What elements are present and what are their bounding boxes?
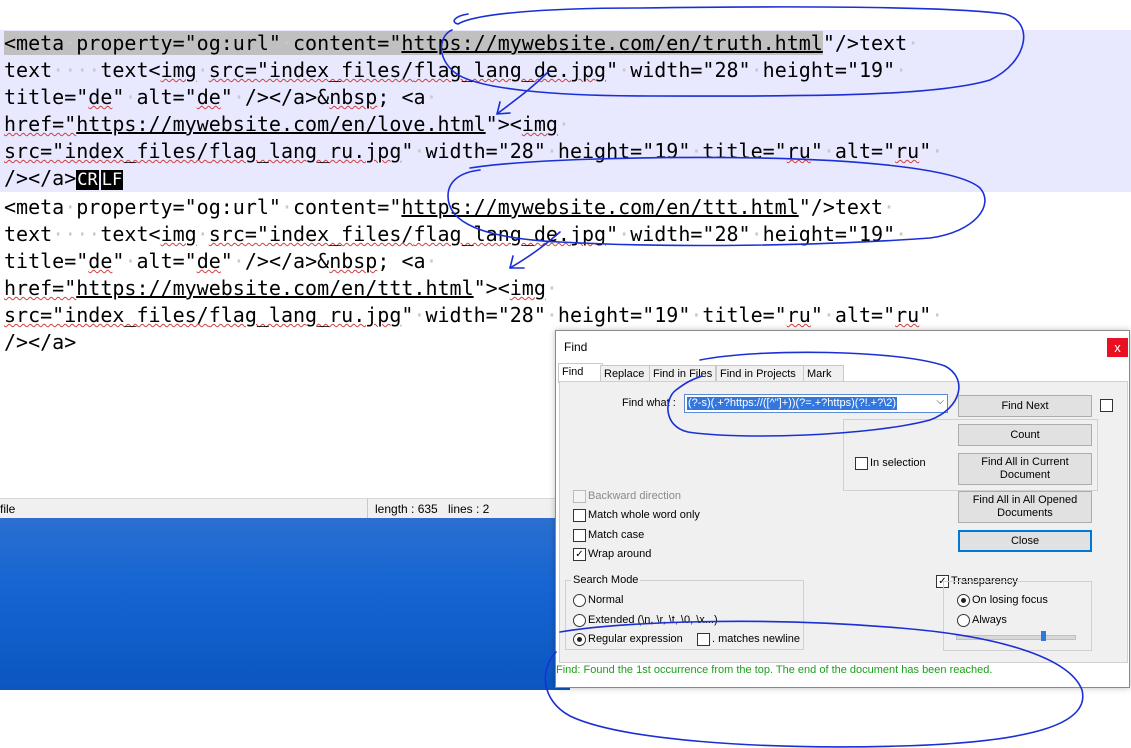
search-mode-label: Search Mode [571,574,641,586]
matches-newline-checkbox[interactable] [697,633,710,646]
find-all-current-line2: Document [999,469,1051,481]
find-all-opened-line1: Find All in All Opened [972,494,1078,506]
find-status-message: Find: Found the 1st occurrence from the … [556,664,993,676]
desktop-background [0,518,570,690]
link-love: https://mywebsite.com/en/love.html [76,112,486,136]
always-label: Always [972,614,1007,626]
normal-radio[interactable] [573,594,586,607]
link-ttt-2: https://mywebsite.com/en/ttt.html [76,276,474,300]
matches-newline-label: . matches newline [712,633,801,645]
status-separator [367,499,368,519]
doc-lines: lines : 2 [448,502,490,516]
match-case-label: Match case [588,529,645,541]
extended-radio[interactable] [573,614,586,627]
find-all-current-line1: Find All in Current [981,456,1069,468]
find-next-checkbox[interactable] [1100,399,1113,412]
wrap-around-checkbox[interactable]: ✓ [573,548,586,561]
tab-find-in-files[interactable]: Find in Files [649,365,716,382]
editor-code[interactable]: <meta·property="og:url"·content="https:/… [4,30,943,356]
find-dialog: Find x Find Replace Find in Files Find i… [555,330,1130,688]
on-losing-focus-label: On losing focus [972,594,1048,606]
extended-label: Extended (\n, \r, \t, \0, \x...) [588,614,718,626]
tab-find[interactable]: Find [558,363,603,383]
backward-checkbox[interactable] [573,490,586,503]
on-losing-focus-radio[interactable] [957,594,970,607]
regex-radio[interactable] [573,633,586,646]
close-icon[interactable]: x [1107,338,1128,357]
dialog-title: Find [564,340,588,354]
in-selection-checkbox[interactable] [855,457,868,470]
find-what-label: Find what : [622,397,676,409]
transparency-slider-track[interactable] [956,635,1076,640]
find-all-current-button[interactable]: Find All in Current Document [958,453,1092,485]
doc-length: length : 635 [375,502,438,516]
regex-label: Regular expression [588,633,683,645]
backward-label: Backward direction [588,490,681,502]
close-button[interactable]: Close [958,530,1092,552]
match-case-checkbox[interactable] [573,529,586,542]
status-bar: file length : 635 lines : 2 [0,498,570,519]
in-selection-label: In selection [870,457,926,469]
lf-marker: LF [100,170,124,190]
tab-find-in-projects[interactable]: Find in Projects [716,365,804,382]
link-truth: https://mywebsite.com/en/truth.html [401,31,823,55]
whole-word-checkbox[interactable] [573,509,586,522]
chevron-down-icon[interactable]: ⌵ [936,396,944,407]
find-all-opened-button[interactable]: Find All in All Opened Documents [958,491,1092,523]
find-what-input[interactable]: (?-s)(.+?https://([^"]+))(?=.+?https)(?!… [684,394,948,413]
wrap-around-label: Wrap around [588,548,652,560]
find-what-value[interactable]: (?-s)(.+?https://([^"]+))(?=.+?https)(?!… [687,397,898,410]
transparency-slider-thumb[interactable] [1041,631,1046,641]
normal-label: Normal [588,594,624,606]
tab-replace[interactable]: Replace [600,365,652,382]
tab-mark[interactable]: Mark [803,365,844,382]
find-next-button[interactable]: Find Next [958,395,1092,417]
link-ttt: https://mywebsite.com/en/ttt.html [401,195,799,219]
find-all-opened-line2: Documents [997,507,1053,519]
whole-word-label: Match whole word only [588,509,700,521]
file-type: file [0,502,16,516]
count-button[interactable]: Count [958,424,1092,446]
always-radio[interactable] [957,614,970,627]
cr-marker: CR [76,170,99,190]
